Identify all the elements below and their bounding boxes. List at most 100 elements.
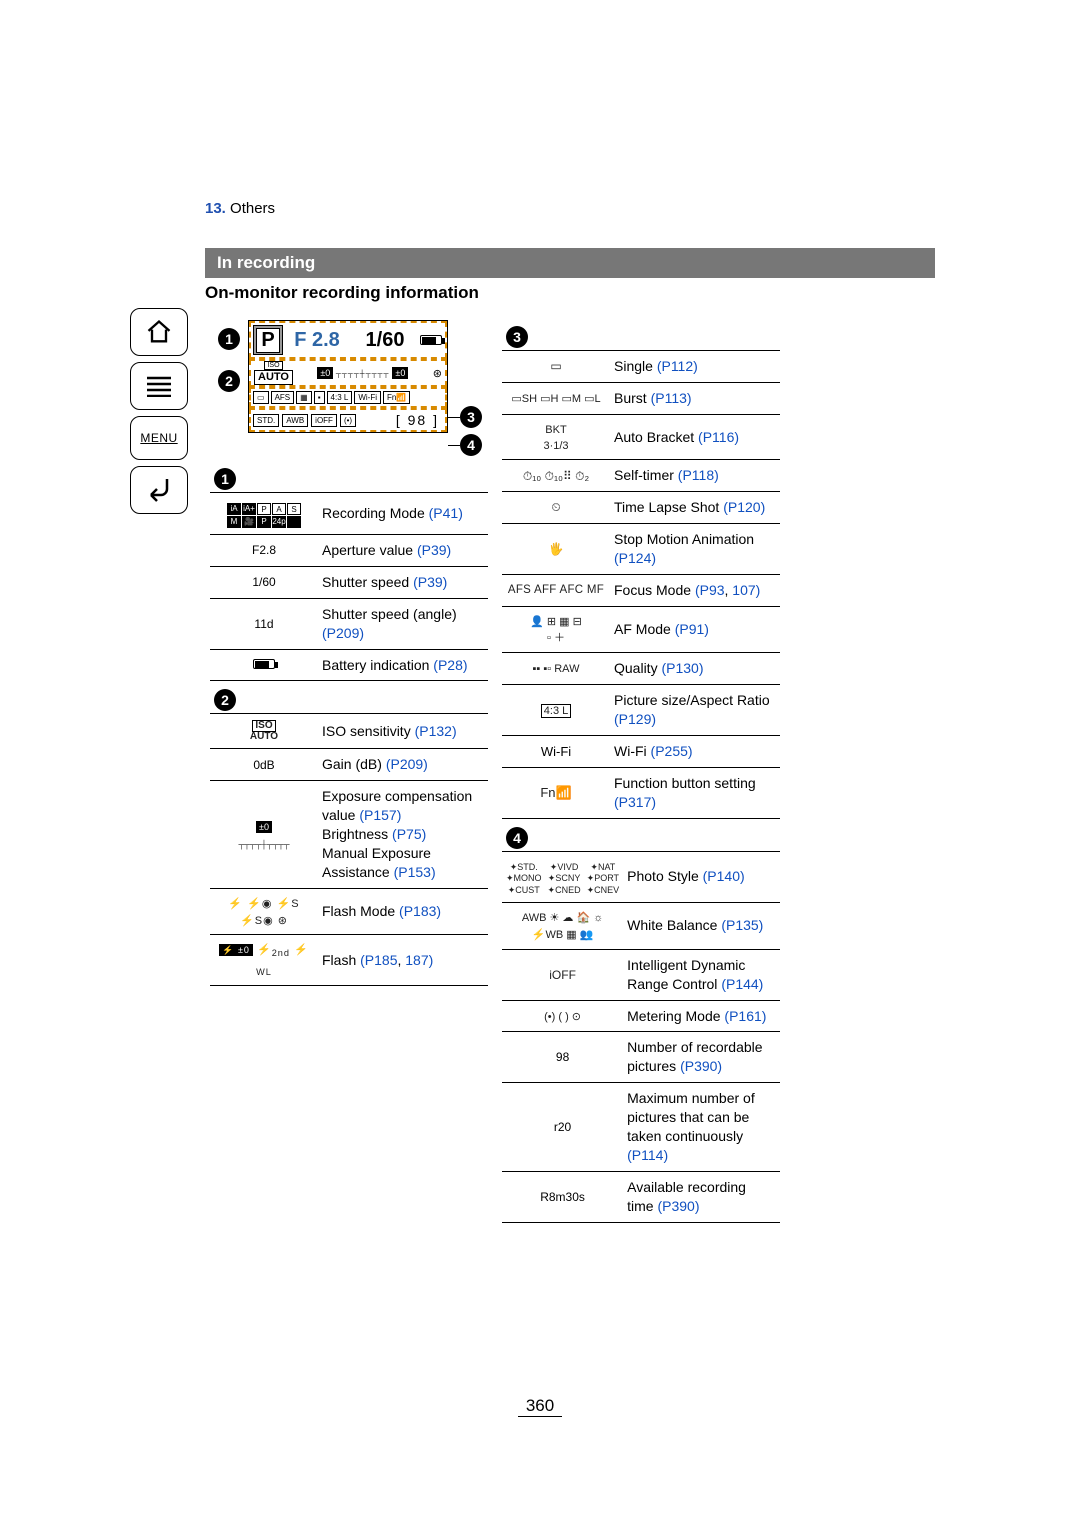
table-row: (•) ( ) ⊙Metering Mode (P161) [502,1000,780,1032]
section-2-head: 2 [214,689,236,711]
page-link[interactable]: (P255) [651,743,693,759]
flash-icon: ⊛ [433,367,442,380]
page-link[interactable]: (P41) [429,505,463,521]
table-row: AFS AFF AFC MFFocus Mode (P93, 107) [502,574,780,606]
page-link[interactable]: (P120) [723,499,765,515]
page-link[interactable]: (P144) [721,976,763,992]
af-mode-icons: 👤 ⊞ ▦ ⊟▫ ＋ [530,614,582,645]
page-link[interactable]: (P75) [392,826,426,842]
table-row: Battery indication (P28) [210,649,488,681]
metering-icons: (•) ( ) ⊙ [544,1009,581,1023]
page-link[interactable]: (P91) [675,621,709,637]
af-area-icon: ▦ [296,391,312,404]
page-link[interactable]: (P116) [698,429,739,445]
back-icon [145,478,173,502]
lcd-shutter: 1/60 [351,325,419,355]
page-link[interactable]: 107) [732,582,760,598]
white-balance-icons: AWB ☀ ☁ 🏠 ☼⚡WB ▦ 👥 [522,910,604,941]
page-link[interactable]: (P114) [627,1147,668,1163]
table-row: ⏲Time Lapse Shot (P120) [502,492,780,524]
menu-button[interactable]: MENU [130,416,188,460]
page-link[interactable]: (P135) [721,917,763,933]
picture-size-icon: 4:3 L [541,703,571,717]
page-link[interactable]: (P129) [614,711,656,727]
marker-2: 2 [218,370,240,392]
marker-4: 4 [460,434,482,456]
table-row: 98Number of recordable pictures (P390) [502,1032,780,1083]
table-row: ▭SH ▭H ▭M ▭LBurst (P113) [502,382,780,414]
table-row: Wi-FiWi-Fi (P255) [502,735,780,767]
page-link[interactable]: (P124) [614,550,656,566]
toc-button[interactable] [130,362,188,410]
page-link[interactable]: (P93 [695,582,725,598]
table-row: ▪▪ ▪▫ RAWQuality (P130) [502,653,780,685]
page-link[interactable]: (P28) [433,657,467,673]
table-row: 11dShutter speed (angle) (P209) [210,598,488,649]
page-link[interactable]: (P132) [415,723,457,739]
section-3-head: 3 [506,326,528,348]
section-title: In recording [205,248,935,278]
lcd-mode-box: P [253,325,283,355]
page-link[interactable]: (P185 [360,952,397,968]
page-link[interactable]: (P112) [657,358,698,374]
page-link[interactable]: (P317) [614,794,656,810]
section-1-head: 1 [214,468,236,490]
battery-icon [420,335,442,345]
page-link[interactable]: (P161) [724,1008,766,1024]
back-button[interactable] [130,466,188,514]
lcd-aperture: F 2.8 [283,325,351,355]
section-2-table: ISOAUTOISO sensitivity (P132)0dBGain (dB… [210,713,488,985]
page-link[interactable]: 187) [405,952,433,968]
menu-label: MENU [140,431,177,445]
photo-style-icons: ✦STD.✦VIVD✦NAT✦MONO✦SCNY✦PORT✦CUST✦CNED✦… [506,859,619,873]
table-row: BKT3·1/3Auto Bracket (P116) [502,414,780,459]
table-row: ⚡ ⚡◉ ⚡S ⚡S◉ ⊛Flash Mode (P183) [210,888,488,935]
leader-4 [448,445,460,446]
page-link[interactable]: (P153) [394,864,436,880]
page-link[interactable]: (P390) [657,1198,699,1214]
toc-icon [145,375,173,397]
page-number: 360 [0,1396,1080,1416]
page-link[interactable]: (P140) [703,868,745,884]
table-row: ⚡ ±0 ⚡2nd ⚡ WLFlash (P185, 187) [210,935,488,985]
table-row: ⏱₁₀ ⏱₁₀⠿ ⏱₂Self-timer (P118) [502,460,780,492]
section-1-table: iAiA+PASM🎥P24pRecording Mode (P41)F2.8Ap… [210,492,488,681]
lcd-panel: P F 2.8 1/60 ISO AUTO ±0 ┬┬┬┬┼┬┬┬┬ ±0 ⊛ … [248,320,448,433]
chapter-name: Others [230,200,275,217]
table-row: F2.8Aperture value (P39) [210,535,488,567]
self-timer-icons: ⏱₁₀ ⏱₁₀⠿ ⏱₂ [523,469,589,483]
table-row: iAiA+PASM🎥P24pRecording Mode (P41) [210,493,488,535]
marker-1: 1 [218,328,240,350]
battery-icon [253,658,275,672]
table-row: ✦STD.✦VIVD✦NAT✦MONO✦SCNY✦PORT✦CUST✦CNED✦… [502,851,780,902]
page-link[interactable]: (P118) [678,467,719,483]
table-row: R8m30sAvailable recording time (P390) [502,1171,780,1222]
page-link[interactable]: (P39) [413,574,447,590]
table-row: 🖐Stop Motion Animation (P124) [502,523,780,574]
burst-icons: ▭SH ▭H ▭M ▭L [511,391,600,405]
quality-icon: ▪ [314,391,325,404]
page-link[interactable]: (P390) [680,1058,722,1074]
page-link[interactable]: (P130) [661,660,703,676]
table-row: 0dBGain (dB) (P209) [210,749,488,781]
ev-scale-icon: ±0┬┬┬┬┼┬┬┬┬ [238,819,289,849]
table-row: 👤 ⊞ ▦ ⊟▫ ＋AF Mode (P91) [502,606,780,653]
page-link[interactable]: (P39) [417,542,451,558]
page-link[interactable]: (P157) [359,807,401,823]
home-button[interactable] [130,308,188,356]
table-row: Fn📶Function button setting (P317) [502,767,780,818]
table-row: iOFFIntelligent Dynamic Range Control (P… [502,949,780,1000]
fn-icon: Fn📶 [540,786,571,800]
flash-setting-icons: ⚡ ±0 ⚡2nd ⚡ WL [219,942,308,975]
page-link[interactable]: (P183) [399,903,441,919]
iso-auto-icon: ISOAUTO [214,720,314,742]
page-link[interactable]: (P209) [386,756,428,772]
bracket-icon: BKT3·1/3 [543,422,568,452]
page-link[interactable]: (P209) [322,625,364,641]
table-row: 4:3 LPicture size/Aspect Ratio (P129) [502,685,780,736]
table-row: 1/60Shutter speed (P39) [210,566,488,598]
section-4-table: ✦STD.✦VIVD✦NAT✦MONO✦SCNY✦PORT✦CUST✦CNED✦… [502,851,780,1223]
nav-sidebar: MENU [130,308,188,520]
page-link[interactable]: (P113) [651,390,692,406]
lcd-count: [ 98 ] [359,412,443,428]
